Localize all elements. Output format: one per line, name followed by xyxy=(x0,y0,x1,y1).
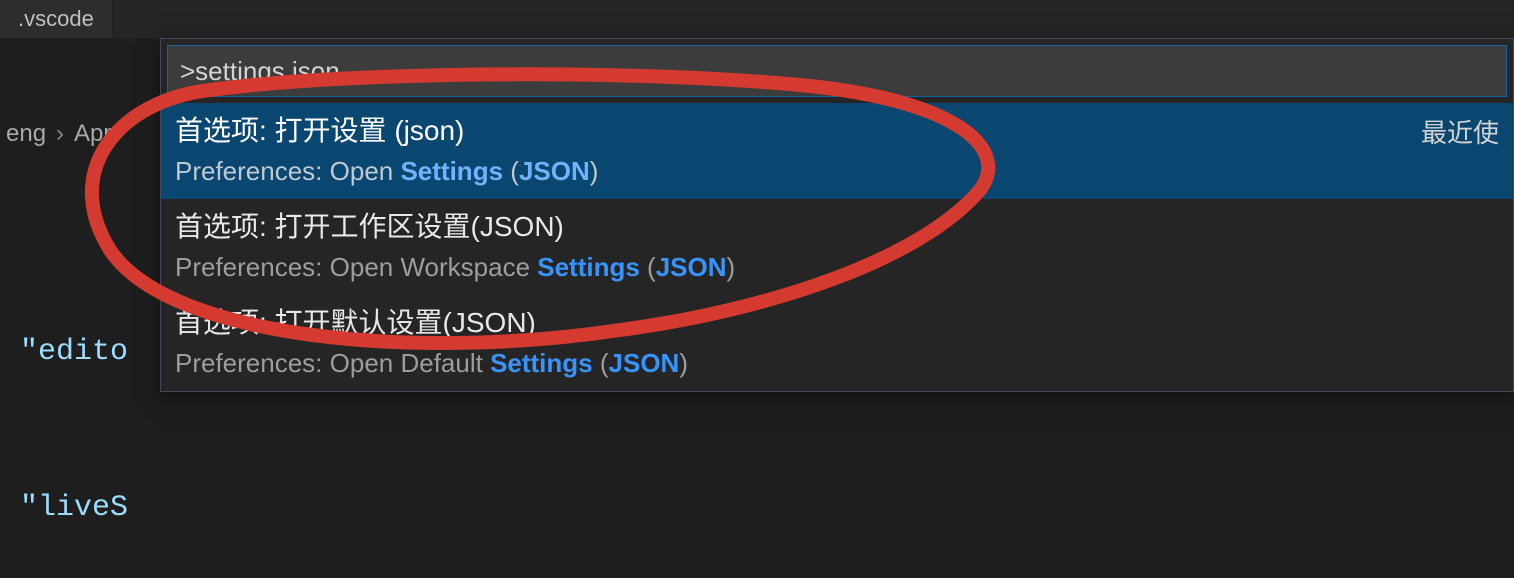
json-key: "liveS xyxy=(20,491,128,525)
command-palette-list: 最近使 首选项: 打开设置 (json) Preferences: Open S… xyxy=(161,103,1513,391)
palette-item-subtitle: Preferences: Open Workspace Settings (JS… xyxy=(175,249,1499,285)
command-palette-input-wrap xyxy=(161,39,1513,103)
palette-item-title: 首选项: 打开工作区设置(JSON) xyxy=(175,207,1499,247)
chevron-right-icon: › xyxy=(56,120,64,148)
command-palette-input[interactable] xyxy=(167,45,1507,97)
palette-item-title: 首选项: 打开设置 (json) xyxy=(175,111,1499,151)
tab-bar: .vscode xyxy=(0,0,1514,38)
breadcrumb-part[interactable]: eng xyxy=(0,120,52,148)
palette-item-title: 首选项: 打开默认设置(JSON) xyxy=(175,303,1499,343)
tab-label: .vscode xyxy=(18,6,94,32)
breadcrumb: eng › App xyxy=(0,114,123,154)
command-palette: 最近使 首选项: 打开设置 (json) Preferences: Open S… xyxy=(160,38,1514,392)
tab-vscode-folder[interactable]: .vscode xyxy=(0,0,113,38)
palette-item-subtitle: Preferences: Open Default Settings (JSON… xyxy=(175,345,1499,381)
recent-label: 最近使 xyxy=(1421,113,1499,150)
palette-item-open-workspace-settings-json[interactable]: 首选项: 打开工作区设置(JSON) Preferences: Open Wor… xyxy=(161,199,1513,295)
palette-item-open-settings-json[interactable]: 最近使 首选项: 打开设置 (json) Preferences: Open S… xyxy=(161,103,1513,199)
palette-item-open-default-settings-json[interactable]: 首选项: 打开默认设置(JSON) Preferences: Open Defa… xyxy=(161,295,1513,391)
json-key: "edito xyxy=(20,335,128,369)
breadcrumb-part[interactable]: App xyxy=(68,120,123,148)
palette-item-subtitle: Preferences: Open Settings (JSON) xyxy=(175,153,1499,189)
